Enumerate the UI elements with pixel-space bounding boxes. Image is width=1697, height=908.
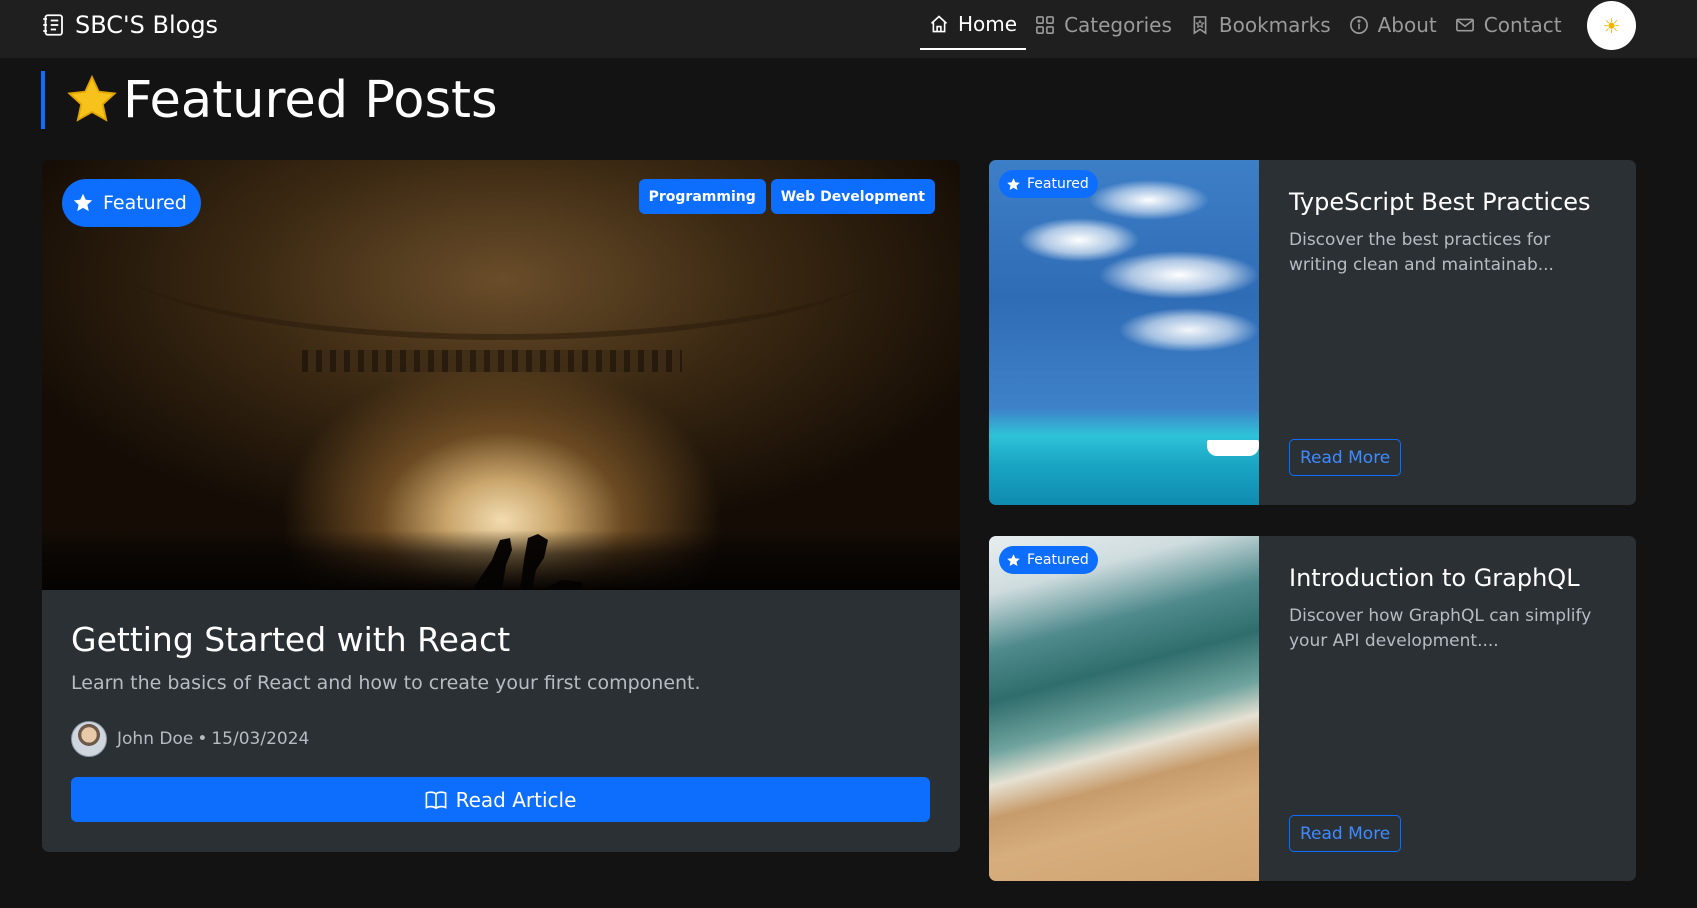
section-title-text: Featured Posts — [123, 70, 498, 130]
post-date: 15/03/2024 — [211, 729, 310, 749]
main-post-title[interactable]: Getting Started with React — [71, 620, 510, 659]
read-more-button[interactable]: Read More — [1289, 815, 1402, 852]
side-post-image[interactable]: Featured — [989, 536, 1259, 881]
side-post-card: Featured TypeScript Best Practices Disco… — [989, 160, 1636, 505]
nav-item-label: Contact — [1483, 13, 1562, 37]
stage-truss — [302, 350, 682, 372]
side-post-excerpt: Discover the best practices for writing … — [1289, 230, 1554, 275]
featured-badge: Featured — [999, 546, 1098, 574]
featured-badge-label: Featured — [1027, 552, 1089, 568]
side-post-image[interactable]: Featured — [989, 160, 1259, 505]
main-post-image[interactable]: Featured Programming Web Development — [42, 160, 960, 590]
nav-item-label: Home — [958, 12, 1018, 36]
nav-item-label: About — [1377, 13, 1437, 37]
envelope-icon — [1455, 18, 1474, 32]
boat — [1207, 440, 1259, 456]
sun-icon: ☀ — [1602, 13, 1621, 38]
grid-icon — [1036, 16, 1054, 34]
post-tags: Programming Web Development — [638, 179, 935, 214]
side-post-title[interactable]: Introduction to GraphQL — [1289, 564, 1580, 592]
section-title: Featured Posts — [41, 70, 498, 130]
nav-links: Home Categories Bookmarks About Contact — [920, 0, 1571, 58]
star-icon — [73, 193, 93, 212]
featured-badge: Featured — [999, 170, 1098, 198]
featured-badge-label: Featured — [103, 192, 187, 214]
star-icon — [1007, 177, 1020, 190]
book-icon — [425, 790, 447, 809]
read-article-button[interactable]: Read Article — [71, 777, 930, 822]
house-icon — [930, 15, 948, 33]
nav-item-contact[interactable]: Contact — [1446, 0, 1571, 50]
nav-item-about[interactable]: About — [1340, 0, 1446, 50]
side-post-title[interactable]: TypeScript Best Practices — [1289, 188, 1591, 216]
nav-item-label: Categories — [1064, 13, 1172, 37]
nav-item-label: Bookmarks — [1218, 13, 1331, 37]
nav-item-home[interactable]: Home — [920, 0, 1027, 50]
meta-separator: • — [197, 729, 208, 749]
crowd-silhouette — [42, 530, 960, 590]
nav-item-bookmarks[interactable]: Bookmarks — [1181, 0, 1340, 50]
brand-link[interactable]: SBC'S Blogs — [41, 10, 218, 40]
author-name: John Doe — [117, 729, 194, 749]
side-post-excerpt: Discover how GraphQL can simplify your A… — [1289, 606, 1592, 651]
tag-web-development[interactable]: Web Development — [770, 179, 935, 214]
nav-item-categories[interactable]: Categories — [1026, 0, 1181, 50]
featured-badge: Featured — [62, 179, 201, 227]
tag-programming[interactable]: Programming — [638, 179, 766, 214]
post-meta: John Doe • 15/03/2024 — [71, 721, 309, 757]
featured-badge-label: Featured — [1027, 176, 1089, 192]
star-icon — [1007, 553, 1020, 566]
theme-toggle-button[interactable]: ☀ — [1587, 1, 1636, 50]
navbar: SBC'S Blogs Home Categories Bookmarks Ab… — [0, 0, 1697, 58]
journal-text-icon — [43, 14, 63, 36]
avatar — [71, 721, 107, 757]
star-icon — [67, 74, 117, 122]
bookmark-icon — [1193, 16, 1207, 35]
side-post-card: Featured Introduction to GraphQL Discove… — [989, 536, 1636, 881]
brand-name: SBC'S Blogs — [75, 11, 219, 39]
info-circle-icon — [1349, 16, 1368, 34]
read-more-button[interactable]: Read More — [1289, 439, 1402, 476]
main-post-excerpt: Learn the basics of React and how to cre… — [71, 672, 701, 694]
read-article-label: Read Article — [455, 787, 577, 812]
main-featured-card: Featured Programming Web Development Get… — [42, 160, 960, 852]
